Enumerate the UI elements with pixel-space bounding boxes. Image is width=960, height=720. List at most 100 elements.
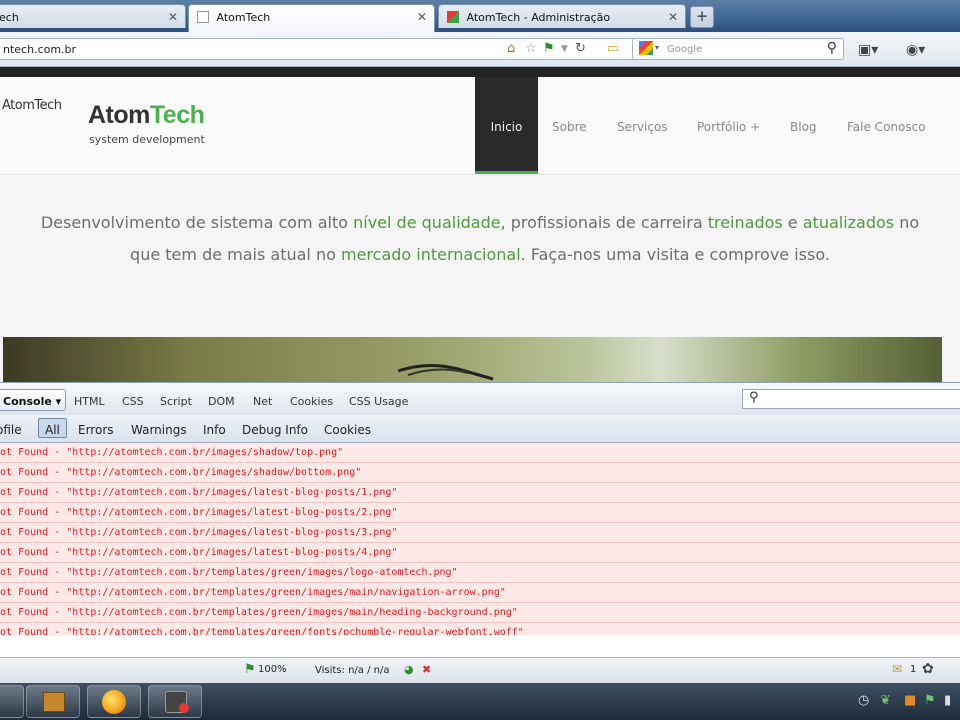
tray-clock-icon[interactable]: ◷ [858, 693, 869, 708]
logo-tech: Tech [149, 101, 205, 129]
taskbar-item-explorer[interactable] [26, 685, 80, 718]
menu-item-inicio[interactable]: Inicio [475, 77, 538, 174]
folder-icon [43, 692, 65, 712]
home-icon[interactable]: ⌂ [507, 41, 515, 56]
tab-cookies[interactable]: Cookies [290, 395, 333, 408]
close-icon[interactable]: ✖ [422, 663, 431, 676]
logo-atom: Atom [88, 101, 150, 129]
intro-part: no [894, 213, 920, 232]
taskbar-item[interactable] [0, 685, 24, 718]
log-row[interactable]: Not Found - "http://atomtech.com.br/temp… [0, 603, 960, 623]
message-count: 1 [910, 664, 917, 675]
intro-highlight: treinados [707, 213, 783, 232]
log-row[interactable]: Not Found - "http://atomtech.com.br/imag… [0, 483, 960, 503]
site-header: AtomTech AtomTech system development Ini… [0, 77, 960, 175]
zoom-level[interactable]: 100% [258, 664, 287, 675]
log-row[interactable]: Not Found - "http://atomtech.com.br/temp… [0, 583, 960, 603]
page-menu-icon[interactable]: ▣▾ [858, 42, 878, 58]
filter-cookies[interactable]: Cookies [324, 423, 371, 437]
console-tab-button[interactable]: Console ▾ [0, 389, 66, 411]
browser-tab-bar: ech ✕ AtomTech ✕ AtomTech - Administraçã… [0, 0, 960, 32]
tab-dom[interactable]: DOM [208, 395, 235, 408]
intro-part: , profissionais de carreira [500, 213, 708, 232]
menu-item-fale-conosco[interactable]: Fale Conosco [847, 77, 926, 174]
google-icon [639, 41, 653, 55]
menu-item-sobre[interactable]: Sobre [552, 77, 587, 174]
tab-script[interactable]: Script [160, 395, 192, 408]
joomla-icon [447, 11, 459, 23]
log-row[interactable]: Not Found - "http://atomtech.com.br/temp… [0, 563, 960, 583]
log-row[interactable]: Not Found - "http://atomtech.com.br/imag… [0, 443, 960, 463]
close-icon[interactable]: ✕ [668, 10, 678, 24]
close-icon[interactable]: ✕ [417, 10, 427, 24]
chevron-down-icon[interactable]: ▾ [655, 43, 659, 52]
tab-label: AtomTech - Administração [466, 11, 611, 24]
status-bar: ⚑ 100% Visits: n/a / n/a ◕ ✖ ✉ 1 ✿ [0, 657, 960, 684]
console-filter-bar: ofile All Errors Warnings Info Debug Inf… [0, 415, 960, 443]
bookmark-star-icon[interactable]: ☆ [525, 41, 537, 56]
help-icon[interactable]: ◉▾ [906, 42, 925, 58]
new-tab-button[interactable]: + [690, 6, 714, 28]
flag-icon[interactable]: ⚑ [244, 662, 256, 677]
page-icon [197, 11, 209, 23]
hero-banner-image [3, 337, 942, 382]
site-logo[interactable]: AtomTech [88, 101, 205, 130]
log-row[interactable]: Not Found - "http://atomtech.com.br/imag… [0, 523, 960, 543]
firefox-icon [102, 690, 126, 714]
filter-errors[interactable]: Errors [78, 423, 114, 437]
tray-leaf-icon[interactable]: ❦ [880, 693, 891, 708]
filter-all[interactable]: All [38, 418, 67, 438]
navigation-bar: ntech.com.br ⌂ ☆ ⚑ ▼ ↻ ▭ ▾ Google ⚲ ▣▾ ◉… [0, 32, 960, 67]
rss-icon[interactable]: ▭ [607, 41, 619, 56]
tab-css[interactable]: CSS [122, 395, 144, 408]
tab-atomtech[interactable]: AtomTech ✕ [188, 4, 435, 32]
close-icon[interactable]: ✕ [168, 10, 178, 24]
console-command-line[interactable] [0, 635, 960, 657]
console-log: Not Found - "http://atomtech.com.br/imag… [0, 443, 960, 635]
filter-profile[interactable]: ofile [0, 423, 22, 437]
tab-label: AtomTech [216, 11, 271, 24]
tab-label: ech [0, 11, 19, 24]
tray-flag-icon[interactable]: ⚑ [924, 693, 936, 708]
logo-subtitle: system development [89, 133, 205, 146]
intro-text: Desenvolvimento de sistema com alto níve… [0, 207, 960, 271]
log-row[interactable]: Not Found - "http://atomtech.com.br/imag… [0, 503, 960, 523]
broken-logo-alt-text: AtomTech [2, 98, 62, 113]
top-strip [0, 67, 960, 77]
search-input[interactable]: ▾ Google ⚲ [632, 38, 844, 60]
reload-icon[interactable]: ↻ [575, 41, 586, 56]
log-row[interactable]: Not Found - "http://atomtech.com.br/temp… [0, 623, 960, 635]
url-text: ntech.com.br [3, 43, 77, 56]
tab-ech[interactable]: ech ✕ [0, 4, 186, 28]
intro-part: e [782, 213, 803, 232]
taskbar-item-app[interactable] [148, 685, 202, 718]
firebug-search-input[interactable]: ⚲ [742, 389, 960, 409]
search-icon[interactable]: ⚲ [827, 40, 837, 56]
tray-network-icon[interactable]: ▮ [944, 693, 951, 708]
tab-net[interactable]: Net [253, 395, 272, 408]
intro-highlight: mercado internacional [340, 245, 521, 264]
website-viewport: AtomTech AtomTech system development Ini… [0, 67, 960, 382]
firebug-icon[interactable]: ✿ [922, 661, 934, 677]
intro-highlight: nível de qualidade [353, 213, 501, 232]
taskbar-item-firefox[interactable] [87, 685, 141, 718]
intro-part: que tem de mais atual no [130, 245, 341, 264]
tab-atomtech-administracao[interactable]: AtomTech - Administração ✕ [438, 4, 686, 28]
message-icon[interactable]: ✉ [892, 662, 902, 676]
menu-item-servicos[interactable]: Serviços [617, 77, 668, 174]
log-row[interactable]: Not Found - "http://atomtech.com.br/imag… [0, 463, 960, 483]
filter-info[interactable]: Info [203, 423, 226, 437]
tab-css-usage[interactable]: CSS Usage [349, 395, 408, 408]
chevron-down-icon[interactable]: ▼ [561, 44, 568, 54]
tray-app-icon[interactable]: ■ [904, 693, 916, 708]
filter-debug-info[interactable]: Debug Info [242, 423, 308, 437]
flag-icon[interactable]: ⚑ [543, 41, 555, 56]
windows-taskbar: ◷ ❦ ■ ⚑ ▮ [0, 683, 960, 720]
filter-warnings[interactable]: Warnings [131, 423, 187, 437]
log-row[interactable]: Not Found - "http://atomtech.com.br/imag… [0, 543, 960, 563]
menu-item-blog[interactable]: Blog [790, 77, 817, 174]
tab-html[interactable]: HTML [74, 395, 105, 408]
search-placeholder: Google [667, 44, 703, 55]
menu-item-portfolio[interactable]: Portfólio + [697, 77, 760, 174]
url-bar[interactable]: ntech.com.br ⌂ ☆ ⚑ ▼ ↻ ▭ [0, 38, 648, 60]
